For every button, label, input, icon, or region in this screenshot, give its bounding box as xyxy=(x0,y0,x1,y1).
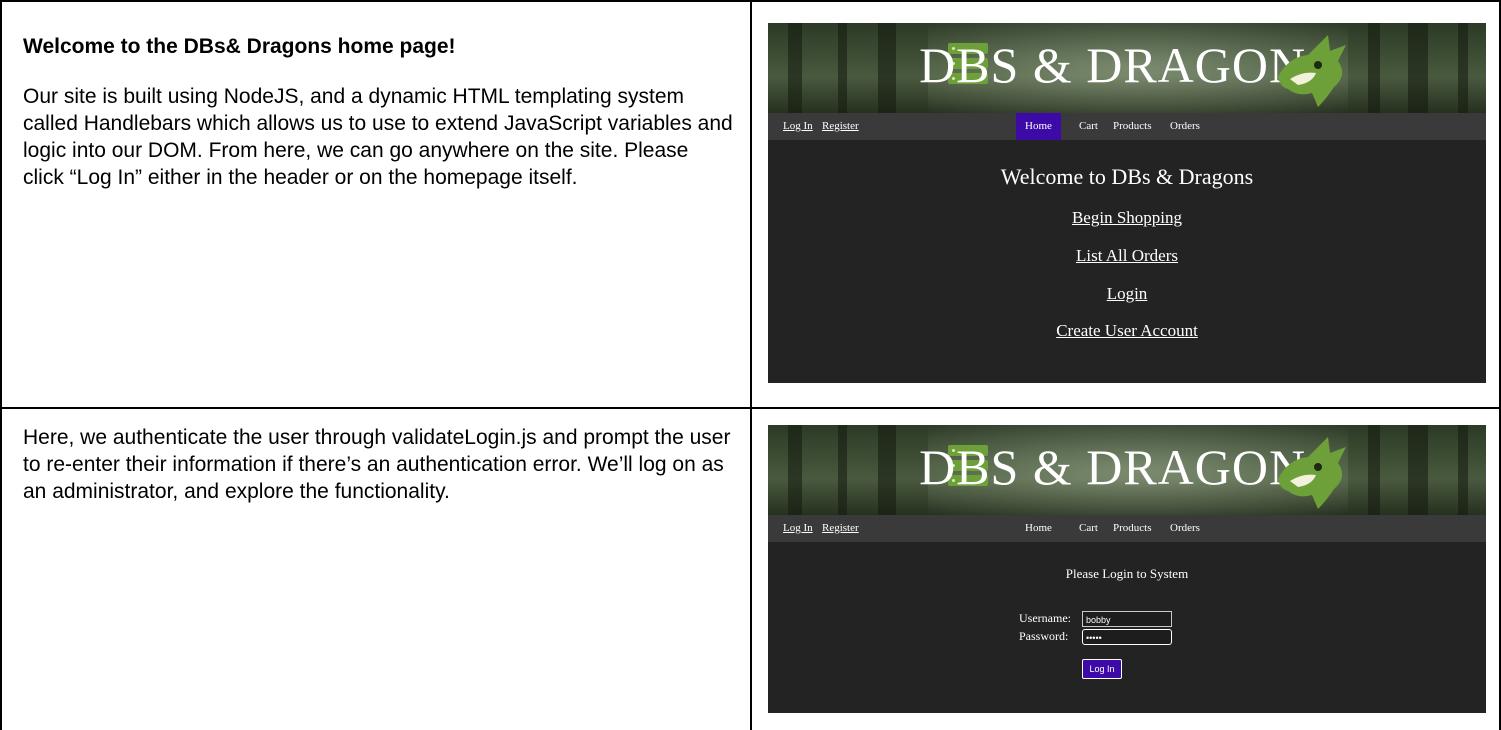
site-brand-title: DBS & DRAGONS xyxy=(919,37,1335,93)
home-page-title: Welcome to DBs & Dragons xyxy=(1000,164,1254,189)
nav-products-link[interactable]: Products xyxy=(1113,515,1152,542)
site-navbar: Log In Register Home Cart Products Order… xyxy=(768,515,1486,542)
table-border-left xyxy=(0,0,2,730)
site-banner: DBS & DRAGONS xyxy=(768,425,1486,515)
table-border-center xyxy=(750,0,752,730)
nav-home-link[interactable]: Home xyxy=(1025,515,1052,542)
create-user-account-link[interactable]: Create User Account xyxy=(768,321,1486,341)
login-link[interactable]: Login xyxy=(768,284,1486,304)
row1-text-cell: Welcome to the DBs& Dragons home page! O… xyxy=(23,33,733,191)
username-field[interactable]: bobby xyxy=(1082,611,1172,627)
site-brand-title: DBS & DRAGONS xyxy=(919,439,1335,495)
nav-login-link[interactable]: Log In xyxy=(783,113,813,140)
list-all-orders-link[interactable]: List All Orders xyxy=(768,246,1486,266)
nav-cart-link[interactable]: Cart xyxy=(1079,113,1098,140)
row1-paragraph: Our site is built using NodeJS, and a dy… xyxy=(23,85,733,189)
login-page-title: Please Login to System xyxy=(1065,566,1189,581)
begin-shopping-link[interactable]: Begin Shopping xyxy=(768,208,1486,228)
login-submit-button[interactable]: Log In xyxy=(1082,659,1122,679)
nav-products-link[interactable]: Products xyxy=(1113,113,1152,140)
home-page-screenshot: DBS & DRAGONS Log In Register Home Cart … xyxy=(768,23,1486,383)
username-label: Username: xyxy=(1019,611,1071,625)
nav-register-link[interactable]: Register xyxy=(822,515,859,542)
row2-paragraph: Here, we authenticate the user through v… xyxy=(23,426,731,503)
nav-orders-link[interactable]: Orders xyxy=(1170,113,1200,140)
dragon-logo-icon xyxy=(1278,35,1346,107)
password-field[interactable]: ••••• xyxy=(1082,629,1172,645)
row2-text-cell: Here, we authenticate the user through v… xyxy=(23,424,733,505)
site-banner: DBS & DRAGONS xyxy=(768,23,1486,113)
nav-cart-link[interactable]: Cart xyxy=(1079,515,1098,542)
nav-login-link[interactable]: Log In xyxy=(783,515,813,542)
password-label: Password: xyxy=(1019,629,1069,643)
nav-orders-link[interactable]: Orders xyxy=(1170,515,1200,542)
site-navbar: Log In Register Home Cart Products Order… xyxy=(768,113,1486,140)
nav-register-link[interactable]: Register xyxy=(822,113,859,140)
dragon-logo-icon xyxy=(1278,437,1346,509)
login-page-screenshot: DBS & DRAGONS Log In Register Home Cart … xyxy=(768,425,1486,713)
row1-heading: Welcome to the DBs& Dragons home page! xyxy=(23,35,456,58)
nav-home-link[interactable]: Home xyxy=(1016,113,1061,140)
document-table: Welcome to the DBs& Dragons home page! O… xyxy=(0,0,1501,730)
